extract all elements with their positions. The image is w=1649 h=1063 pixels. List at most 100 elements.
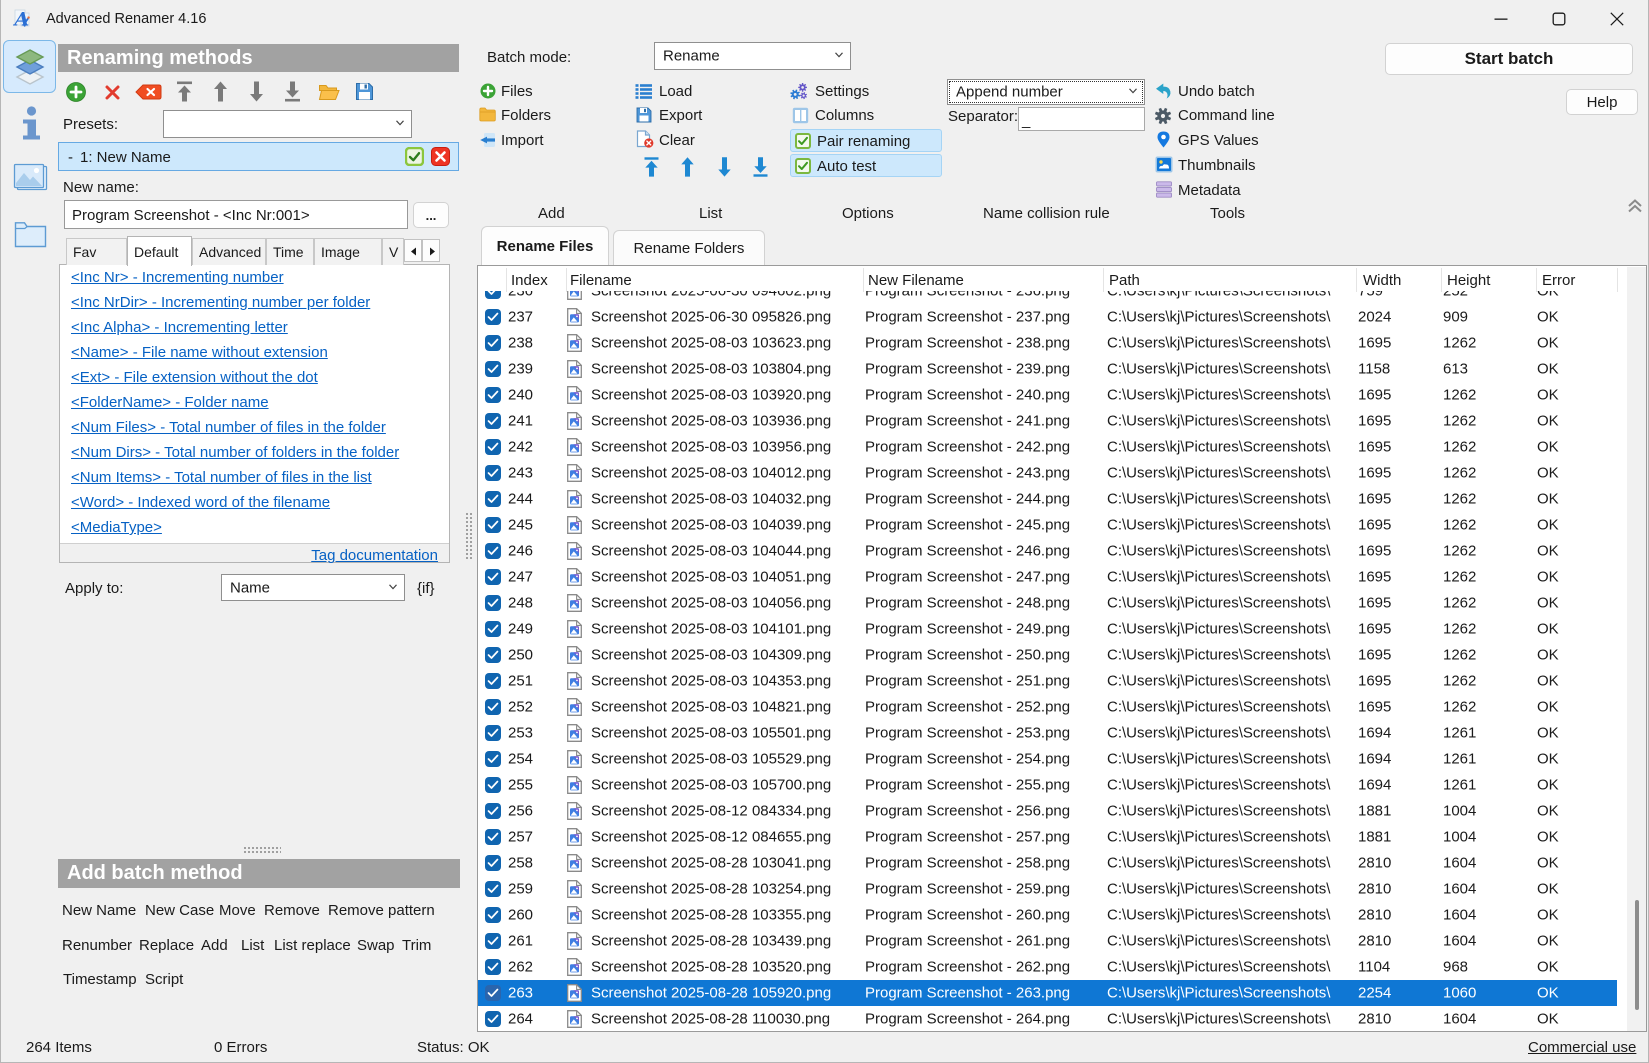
row-checkbox[interactable] (485, 725, 501, 741)
load-list-button[interactable]: Load (659, 84, 692, 99)
tag-link[interactable]: <Inc NrDir> - Incrementing number per fo… (71, 295, 370, 310)
apply-to-dropdown[interactable]: Name (221, 574, 405, 601)
tag-link[interactable]: <Num Files> - Total number of files in t… (71, 420, 386, 435)
horizontal-splitter-grip[interactable] (243, 846, 281, 853)
move-file-bottom-button[interactable] (752, 157, 769, 177)
table-row[interactable]: 236Screenshot 2025-06-30 094602.pngProgr… (478, 291, 1617, 304)
row-checkbox[interactable] (485, 309, 501, 325)
table-row[interactable]: 258Screenshot 2025-08-28 103041.pngProgr… (478, 850, 1617, 876)
table-row[interactable]: 255Screenshot 2025-08-03 105700.pngProgr… (478, 772, 1617, 798)
new-name-input[interactable]: Program Screenshot - <Inc Nr:001> (64, 200, 408, 229)
row-checkbox[interactable] (485, 699, 501, 715)
vertical-splitter-grip[interactable] (465, 512, 473, 560)
column-separator[interactable] (1617, 268, 1618, 292)
table-row[interactable]: 237Screenshot 2025-06-30 095826.pngProgr… (478, 304, 1617, 330)
move-file-down-button[interactable] (716, 157, 733, 177)
start-batch-button[interactable]: Start batch (1385, 43, 1633, 75)
table-row[interactable]: 246Screenshot 2025-08-03 104044.pngProgr… (478, 538, 1617, 564)
minimize-button[interactable] (1478, 0, 1524, 38)
table-row[interactable]: 261Screenshot 2025-08-28 103439.pngProgr… (478, 928, 1617, 954)
table-row[interactable]: 252Screenshot 2025-08-03 104821.pngProgr… (478, 694, 1617, 720)
row-checkbox[interactable] (485, 491, 501, 507)
table-row[interactable]: 247Screenshot 2025-08-03 104051.pngProgr… (478, 564, 1617, 590)
row-checkbox[interactable] (485, 907, 501, 923)
col-header-error[interactable]: Error (1542, 273, 1575, 288)
move-file-up-button[interactable] (679, 157, 696, 177)
row-checkbox[interactable] (485, 569, 501, 585)
row-checkbox[interactable] (485, 881, 501, 897)
add-method-script[interactable]: Script (145, 972, 183, 987)
tab-rename-files[interactable]: Rename Files (481, 226, 609, 266)
row-checkbox[interactable] (485, 1011, 501, 1027)
table-scrollbar-thumb[interactable] (1635, 900, 1639, 1010)
add-method-remove-pattern[interactable]: Remove pattern (328, 903, 435, 918)
table-row[interactable]: 244Screenshot 2025-08-03 104032.pngProgr… (478, 486, 1617, 512)
presets-dropdown[interactable] (163, 110, 412, 138)
save-preset-button[interactable] (355, 82, 374, 101)
row-checkbox[interactable] (485, 959, 501, 975)
row-checkbox[interactable] (485, 439, 501, 455)
tab-rename-folders[interactable]: Rename Folders (613, 230, 765, 266)
add-files-button[interactable]: Files (501, 84, 533, 99)
table-row[interactable]: 263Screenshot 2025-08-28 105920.pngProgr… (478, 980, 1617, 1006)
tag-link[interactable]: <Word> - Indexed word of the filename (71, 495, 330, 510)
tag-tab-v[interactable]: V (382, 238, 404, 265)
row-checkbox[interactable] (485, 777, 501, 793)
table-row[interactable]: 250Screenshot 2025-08-03 104309.pngProgr… (478, 642, 1617, 668)
table-row[interactable]: 254Screenshot 2025-08-03 105529.pngProgr… (478, 746, 1617, 772)
add-method-replace[interactable]: Replace (139, 938, 194, 953)
row-checkbox[interactable] (485, 517, 501, 533)
row-checkbox[interactable] (485, 751, 501, 767)
remove-all-methods-button[interactable] (135, 84, 162, 100)
row-checkbox[interactable] (485, 985, 501, 1001)
tag-link[interactable]: <Name> - File name without extension (71, 345, 328, 360)
add-method-list[interactable]: List (241, 938, 264, 953)
method-bar[interactable]: - 1: New Name (58, 142, 459, 171)
move-method-bottom-button[interactable] (283, 81, 302, 102)
add-method-button[interactable] (66, 82, 86, 102)
help-button[interactable]: Help (1566, 89, 1638, 115)
undo-batch-button[interactable]: Undo batch (1178, 84, 1255, 99)
tag-tab-image[interactable]: Image (314, 238, 382, 265)
auto-test-toggle[interactable]: Auto test (790, 154, 942, 177)
tag-tab-fav[interactable]: Fav (66, 238, 127, 265)
col-header-width[interactable]: Width (1363, 273, 1401, 288)
row-checkbox[interactable] (485, 543, 501, 559)
table-row[interactable]: 259Screenshot 2025-08-28 103254.pngProgr… (478, 876, 1617, 902)
pair-renaming-checkbox[interactable] (795, 133, 811, 149)
row-checkbox[interactable] (485, 361, 501, 377)
add-method-timestamp[interactable]: Timestamp (63, 972, 137, 987)
add-method-remove[interactable]: Remove (264, 903, 320, 918)
row-checkbox[interactable] (485, 465, 501, 481)
pattern-browse-button[interactable]: ... (413, 202, 449, 228)
tag-link[interactable]: <MediaType> (71, 520, 162, 535)
tag-link[interactable]: <Inc Alpha> - Incrementing letter (71, 320, 288, 335)
add-method-swap[interactable]: Swap (357, 938, 395, 953)
row-checkbox[interactable] (485, 647, 501, 663)
table-scrollbar[interactable] (1627, 267, 1646, 1031)
import-button[interactable]: Import (501, 133, 544, 148)
add-method-new-case[interactable]: New Case (145, 903, 214, 918)
tab-scroll-right[interactable] (422, 239, 440, 262)
move-method-top-button[interactable] (175, 81, 194, 102)
tag-link[interactable]: <Inc Nr> - Incrementing number (71, 270, 284, 285)
row-checkbox[interactable] (485, 855, 501, 871)
table-row[interactable]: 253Screenshot 2025-08-03 105501.pngProgr… (478, 720, 1617, 746)
batch-mode-dropdown[interactable]: Rename (654, 42, 851, 70)
tag-tab-default[interactable]: Default (127, 236, 192, 266)
settings-button[interactable]: Settings (815, 84, 869, 99)
table-row[interactable]: 249Screenshot 2025-08-03 104101.pngProgr… (478, 616, 1617, 642)
gps-values-button[interactable]: GPS Values (1178, 133, 1259, 148)
auto-test-checkbox[interactable] (795, 158, 811, 174)
table-row[interactable]: 241Screenshot 2025-08-03 103936.pngProgr… (478, 408, 1617, 434)
table-row[interactable]: 240Screenshot 2025-08-03 103920.pngProgr… (478, 382, 1617, 408)
row-checkbox[interactable] (485, 595, 501, 611)
row-checkbox[interactable] (485, 803, 501, 819)
open-preset-button[interactable] (318, 82, 340, 101)
license-link[interactable]: Commercial use (1528, 1040, 1636, 1055)
table-row[interactable]: 238Screenshot 2025-08-03 103623.pngProgr… (478, 330, 1617, 356)
column-separator[interactable] (1441, 268, 1442, 292)
tag-documentation-link[interactable]: Tag documentation (311, 548, 438, 563)
row-checkbox[interactable] (485, 335, 501, 351)
thumbnails-button[interactable]: Thumbnails (1178, 158, 1256, 173)
